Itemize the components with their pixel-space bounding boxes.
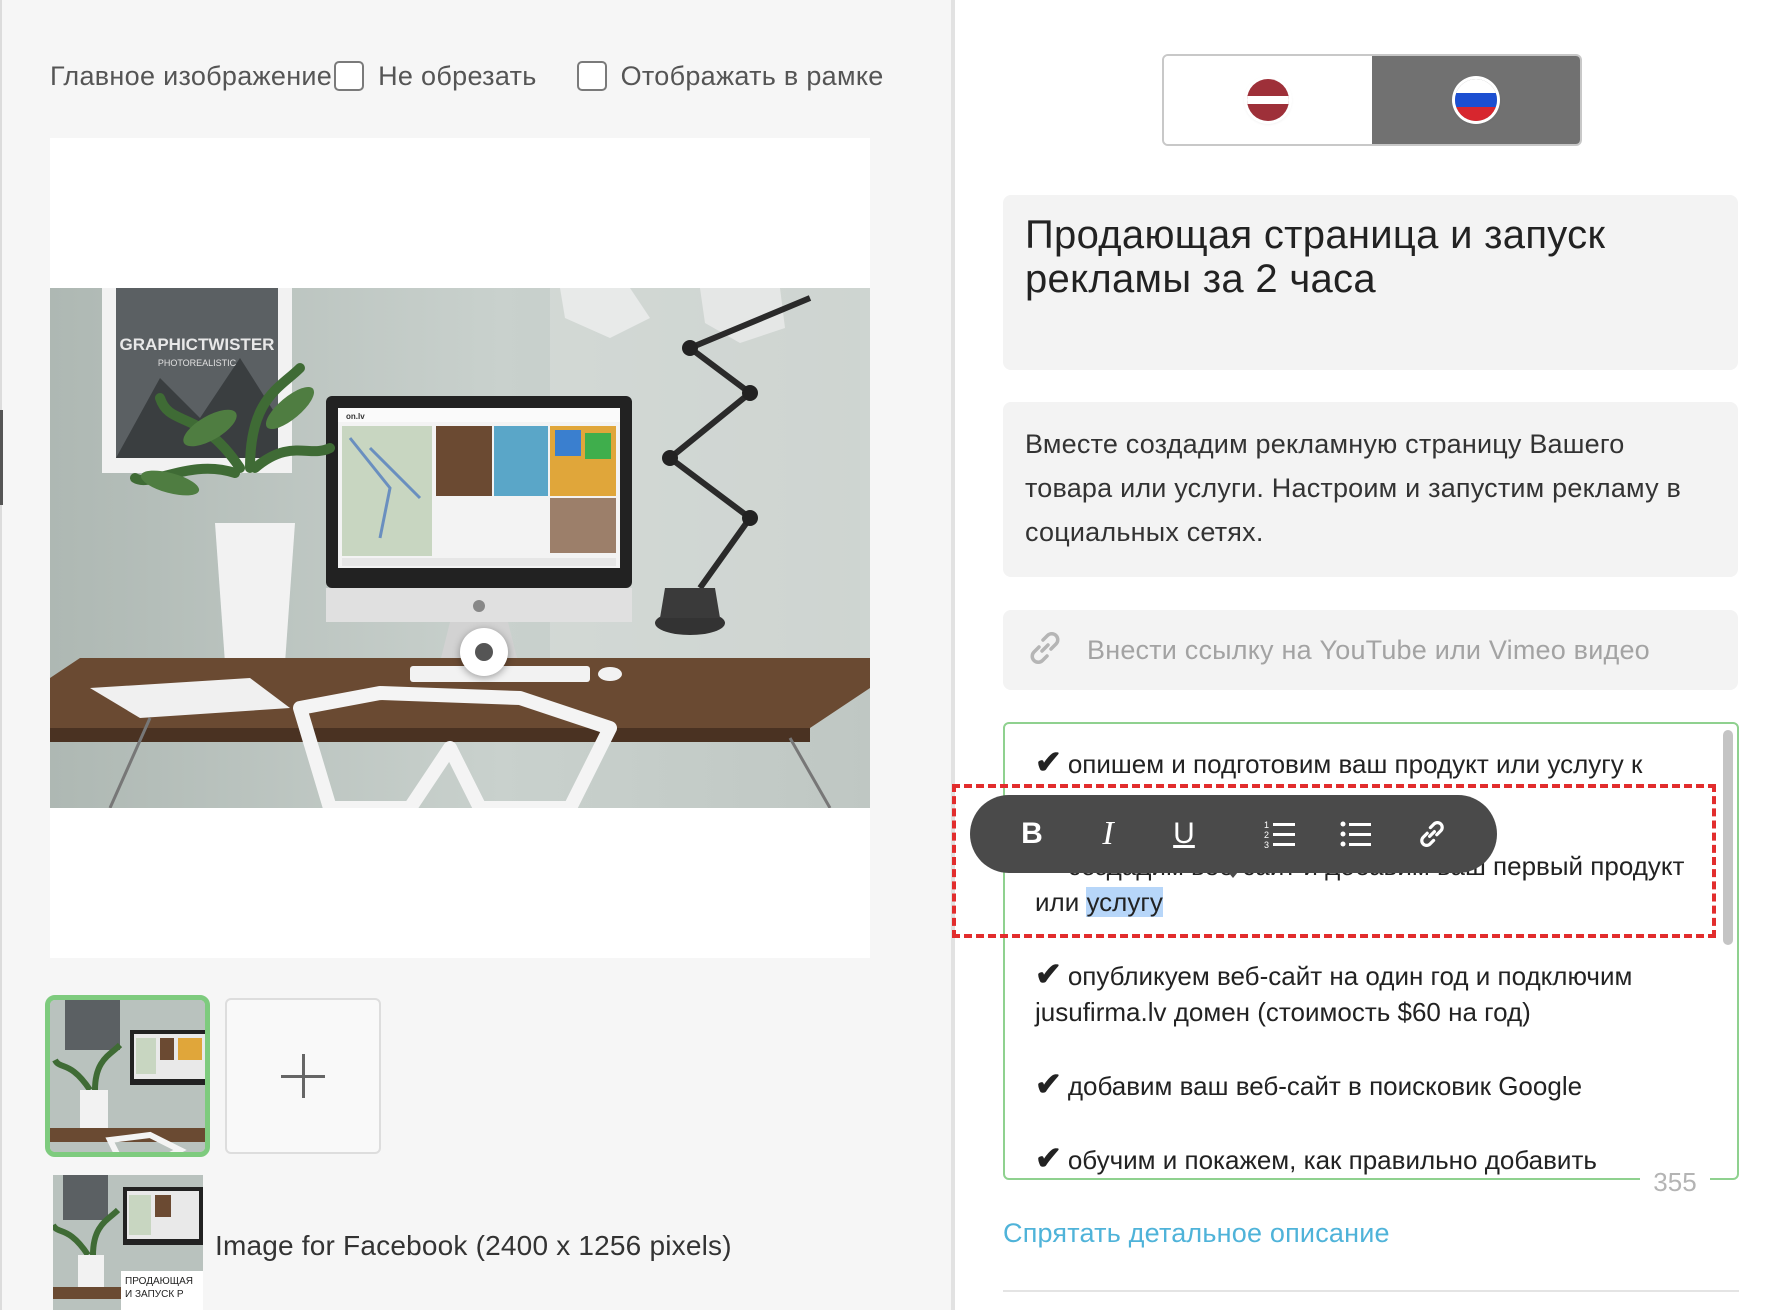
italic-icon: I [1102, 815, 1114, 852]
editor-item-4-text: добавим ваш веб-сайт в поисковик Google [1067, 1071, 1583, 1101]
check-mark-icon: ✔ [1035, 744, 1062, 780]
section-divider [1003, 1290, 1739, 1292]
selected-text[interactable]: услугу [1086, 887, 1163, 917]
image-panel: Главное изображение Не обрезать Отобража… [0, 0, 955, 1310]
editor-item-5-text: обучим и покажем, как правильно добавить [1067, 1145, 1597, 1175]
main-image-label: Главное изображение [50, 60, 333, 91]
image-options-row: Главное изображение Не обрезать Отобража… [50, 56, 884, 96]
svg-text:3: 3 [1264, 840, 1269, 849]
check-mark-icon: ✔ [1035, 956, 1062, 992]
desk-photo: GRAPHICTWISTER PHOTOREALISTIC on.lv [50, 288, 870, 808]
character-counter: 355 [1640, 1160, 1710, 1204]
unordered-list-icon [1340, 821, 1371, 847]
svg-text:PHOTOREALISTIC: PHOTOREALISTIC [158, 358, 237, 368]
check-mark-icon: ✔ [1035, 1066, 1062, 1102]
svg-text:GRAPHICTWISTER: GRAPHICTWISTER [120, 335, 275, 354]
video-link-input[interactable]: Внести ссылку на YouTube или Vimeo видео [1003, 610, 1738, 690]
no-crop-checkbox[interactable] [334, 61, 365, 91]
hide-details-link[interactable]: Спрятать детальное описание [1003, 1218, 1390, 1249]
unordered-list-button[interactable] [1338, 814, 1374, 854]
main-image-preview: GRAPHICTWISTER PHOTOREALISTIC on.lv [50, 138, 870, 958]
facebook-image-caption: Image for Facebook (2400 x 1256 pixels) [215, 1230, 732, 1261]
link-icon [1420, 821, 1444, 847]
ordered-list-button[interactable]: 1 2 3 [1262, 814, 1298, 854]
short-description-field[interactable]: Вместе создадим рекламную страницу Вашег… [1003, 402, 1738, 577]
language-ru-button[interactable] [1372, 56, 1580, 144]
ordered-list-icon: 1 2 3 [1264, 820, 1295, 849]
underline-icon: U [1173, 817, 1195, 850]
underline-button[interactable]: U [1166, 814, 1202, 854]
fb-overlay-line1: ПРОДАЮЩАЯ [125, 1276, 194, 1287]
editor-item-5: ✔ обучим и покажем, как правильно добавит… [1035, 1140, 1705, 1178]
svg-text:2: 2 [1264, 830, 1269, 840]
editor-item-3: ✔ опубликуем веб-сайт на один год и подкл… [1035, 956, 1705, 1030]
bold-icon: B [1021, 817, 1043, 850]
detailed-description-editor[interactable]: ✔ опишем и подготовим ваш продукт или усл… [1003, 722, 1739, 1180]
panel-divider [0, 0, 2, 1310]
language-switch [1162, 54, 1582, 146]
thumbnail-image [50, 1000, 205, 1152]
focal-point-handle[interactable] [460, 628, 508, 676]
italic-button[interactable]: I [1090, 814, 1126, 854]
desk-scene-image: GRAPHICTWISTER PHOTOREALISTIC on.lv [50, 288, 870, 808]
text-format-toolbar: B I U 1 2 3 [970, 795, 1497, 873]
selected-image-thumbnail[interactable] [45, 995, 210, 1157]
add-image-button[interactable] [225, 998, 381, 1154]
insert-link-button[interactable] [1414, 814, 1450, 854]
editor-item-3-text: опубликуем веб-сайт на один год и подклю… [1035, 961, 1633, 1027]
svg-text:on.lv: on.lv [346, 412, 365, 421]
no-crop-label: Не обрезать [378, 60, 537, 91]
bold-button[interactable]: B [1014, 814, 1050, 854]
frame-label: Отображать в рамке [620, 60, 884, 91]
panel-edge-marker [0, 410, 3, 505]
video-link-placeholder: Внести ссылку на YouTube или Vimeo видео [1087, 634, 1650, 665]
frame-checkbox[interactable] [576, 61, 607, 91]
product-title-field[interactable]: Продающая страница и запуск рекламы за 2… [1003, 195, 1738, 370]
panel-scrollbar-track [951, 0, 955, 1310]
facebook-image-thumbnail[interactable]: ПРОДАЮЩАЯ И ЗАПУСК Р [53, 1175, 203, 1310]
link-icon [1025, 628, 1065, 673]
editor-item-4: ✔ добавим ваш веб-сайт в поисковик Google [1035, 1066, 1705, 1104]
facebook-thumbnail-overlay-text: ПРОДАЮЩАЯ И ЗАПУСК Р [125, 1275, 193, 1301]
russia-flag-icon [1455, 79, 1497, 121]
editor-scrollbar[interactable] [1723, 730, 1733, 945]
check-mark-icon: ✔ [1035, 1140, 1062, 1176]
fb-overlay-line2: И ЗАПУСК Р [125, 1289, 184, 1300]
svg-text:1: 1 [1264, 820, 1269, 830]
toolbar-pointer [1223, 866, 1243, 878]
language-lv-button[interactable] [1164, 56, 1372, 144]
latvia-flag-icon [1247, 79, 1289, 121]
editor-item-1-text: опишем и подготовим ваш продукт или услу… [1067, 749, 1643, 779]
